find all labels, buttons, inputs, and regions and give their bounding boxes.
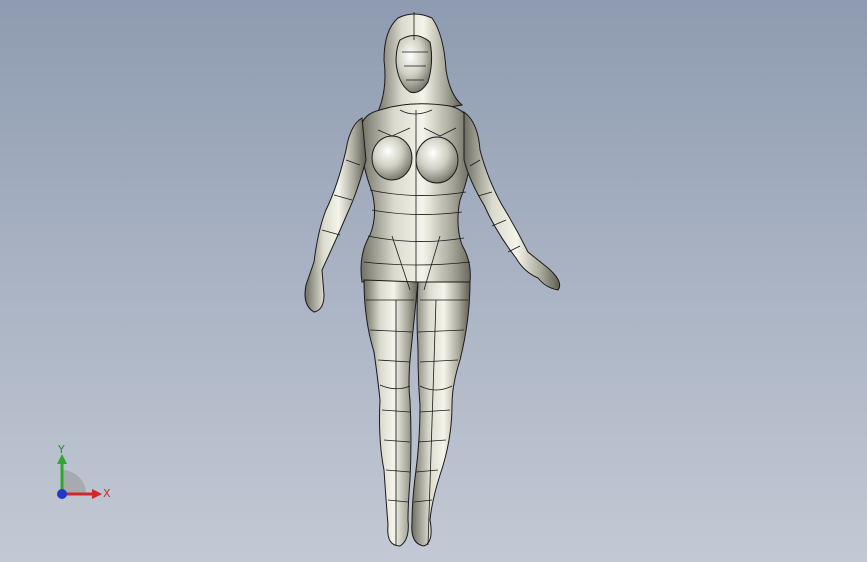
triad-y-label: Y [58, 443, 65, 456]
z-axis-dot [57, 489, 67, 499]
figure-mesh[interactable] [304, 13, 561, 547]
left-leg-surface[interactable] [363, 279, 419, 547]
triad-x-label: X [103, 487, 111, 500]
x-axis-arrowhead [92, 489, 102, 499]
3d-model-view[interactable] [0, 0, 867, 562]
torso-surface[interactable] [359, 103, 475, 283]
right-chest-surface[interactable] [415, 136, 459, 184]
graphics-viewport[interactable]: Y X [0, 0, 867, 562]
left-arm-surface[interactable] [304, 117, 367, 313]
right-leg-surface[interactable] [411, 281, 471, 547]
right-arm-surface[interactable] [463, 111, 561, 291]
left-chest-surface[interactable] [371, 135, 413, 181]
triad-plane-shading [62, 470, 86, 494]
